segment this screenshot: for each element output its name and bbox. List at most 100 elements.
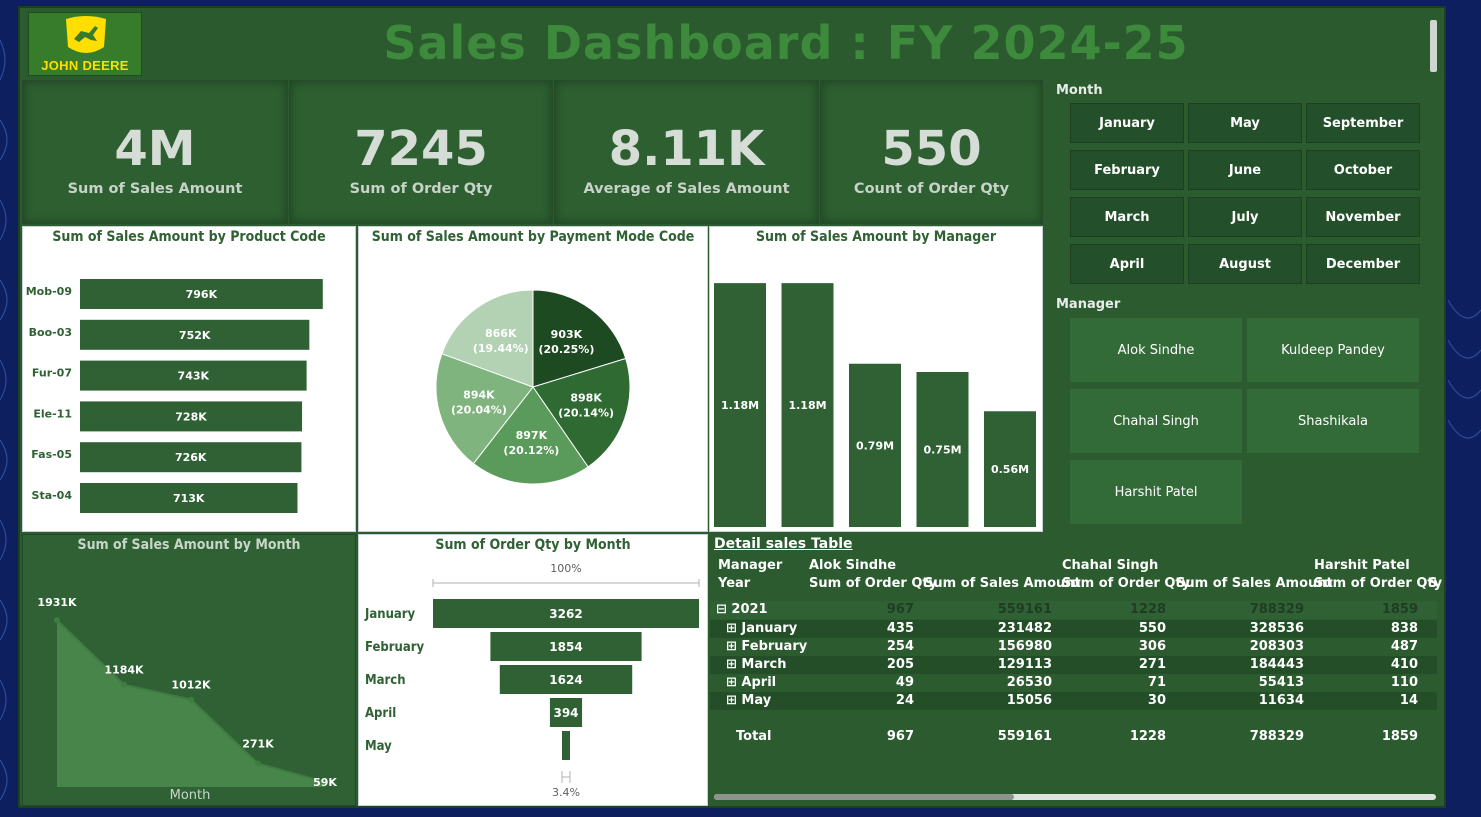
area-svg: 1931K 1184K 1012K 271K 59K Month	[37, 596, 337, 803]
table-cell: 11634	[1258, 693, 1304, 708]
kpi-value: 4M	[114, 121, 196, 177]
kpi-label: Sum of Order Qty	[349, 181, 493, 197]
month-label: ⊞ January	[726, 621, 798, 636]
data-point[interactable]	[188, 696, 194, 703]
table-cell: 156980	[997, 639, 1052, 654]
month-button-september[interactable]: September	[1306, 103, 1420, 143]
category-label: Boo-03	[29, 326, 72, 339]
manager-button-alok-sindhe[interactable]: Alok Sindhe	[1069, 317, 1243, 383]
data-label: 3262	[549, 607, 582, 621]
header-cell: Sum of Sales Amount	[1176, 576, 1333, 591]
data-label: 0.79M	[856, 439, 894, 452]
month-slicer-label: Month	[1056, 83, 1103, 98]
table-row: ⊞ February 254 156980 306 208303 487	[710, 638, 1437, 656]
table-cell: 254	[886, 639, 914, 654]
product-bar-svg: Mob-09 796K Boo-03 752K Fur-07 743K Ele-11 728K…	[26, 279, 323, 513]
data-label: 0.75M	[923, 444, 961, 457]
scrollbar-thumb[interactable]	[714, 794, 1014, 800]
john-deere-logo: JOHN DEERE	[28, 12, 142, 76]
table-cell: 306	[1138, 639, 1166, 654]
header-cell: S	[1428, 576, 1438, 591]
table-cell: 24	[895, 693, 914, 708]
slice-value-label: 897K	[516, 429, 548, 442]
data-label: 1.18M	[721, 399, 759, 412]
category-label: March	[365, 673, 406, 688]
slice-value-label: 903K	[551, 328, 583, 341]
table-cell: 435	[886, 621, 914, 636]
top-percent-label: 100%	[550, 562, 581, 575]
table-row: ⊞ March 205 129113 271 184443 410	[710, 656, 1437, 674]
header-cell: Sum of Order Qty	[809, 576, 938, 591]
vertical-scrollbar[interactable]	[1430, 20, 1437, 72]
total-label: Total	[736, 729, 772, 744]
month-button-october[interactable]: October	[1306, 150, 1420, 190]
table-cell: 328536	[1249, 621, 1304, 636]
month-button-january[interactable]: January	[1070, 103, 1184, 143]
month-label: ⊞ March	[726, 657, 787, 672]
manager-slicer-label: Manager	[1056, 297, 1121, 312]
header-cell: Alok Sindhe	[809, 558, 897, 573]
month-button-march[interactable]: March	[1070, 197, 1184, 237]
month-label: ⊞ April	[726, 675, 777, 690]
month-button-december[interactable]: December	[1306, 244, 1420, 284]
data-point[interactable]	[121, 681, 127, 688]
table-cell: 208303	[1249, 639, 1304, 654]
data-point[interactable]	[54, 617, 60, 624]
data-label: 743K	[178, 370, 210, 383]
detail-sales-table: Detail sales Table Manager Alok Sindhe Cha…	[710, 534, 1442, 806]
data-label: 59K	[313, 776, 337, 789]
total-cell: 1228	[1129, 729, 1166, 744]
kpi-label: Sum of Sales Amount	[67, 181, 243, 197]
page-title: Sales Dashboard : FY 2024-25	[383, 16, 1189, 70]
manager-bar-svg: 1.18M 1.18M 0.79M 0.75M 0.56M	[714, 283, 1036, 527]
table-cell: 487	[1390, 639, 1418, 654]
pie-svg: 903K (20.25%) 898K (20.14%) 897K (20.12%) 894K…	[435, 289, 631, 485]
month-button-august[interactable]: August	[1188, 244, 1302, 284]
table-cell: 967	[886, 602, 914, 617]
data-label: 271K	[242, 738, 274, 751]
month-button-june[interactable]: June	[1188, 150, 1302, 190]
table-title[interactable]: Detail sales Table	[714, 536, 853, 552]
header-cell: Manager	[718, 558, 783, 573]
chart-sales-by-month: Sum of Sales Amount by Month 1931K 1184K 1…	[22, 534, 356, 806]
manager-button-shashikala[interactable]: Shashikala	[1246, 388, 1420, 454]
manager-button-chahal-singh[interactable]: Chahal Singh	[1069, 388, 1243, 454]
table-row: ⊞ May 24 15056 30 11634 14	[710, 692, 1437, 710]
manager-button-harshit-patel[interactable]: Harshit Patel	[1069, 459, 1243, 525]
header-cell: Sum of Sales Amount	[924, 576, 1081, 591]
kpi-card-sales-amount: 4M Sum of Sales Amount	[22, 80, 288, 224]
slice-percent-label: (20.04%)	[451, 404, 507, 417]
table-row: ⊞ January 435 231482 550 328536 838	[710, 620, 1437, 638]
month-button-november[interactable]: November	[1306, 197, 1420, 237]
month-button-april[interactable]: April	[1070, 244, 1184, 284]
table-header-row-measures: Year Sum of Order Qty Sum of Sales Amount S…	[710, 575, 1442, 593]
table-horizontal-scrollbar[interactable]	[714, 794, 1436, 800]
year-label: ⊟ 2021	[716, 602, 768, 617]
month-button-july[interactable]: July	[1188, 197, 1302, 237]
table-row: ⊞ April 49 26530 71 55413 110	[710, 674, 1437, 692]
funnel-bar[interactable]	[562, 731, 570, 760]
category-label: Fur-07	[32, 367, 72, 380]
table-cell: 55413	[1258, 675, 1304, 690]
data-label: 1624	[549, 673, 582, 687]
table-cell: 410	[1390, 657, 1418, 672]
data-label: 0.56M	[991, 463, 1029, 476]
data-label: 1931K	[37, 596, 77, 609]
header-cell: Sum of Order Qty	[1062, 576, 1191, 591]
data-point[interactable]	[255, 760, 261, 767]
kpi-value: 7245	[354, 121, 488, 177]
x-axis-label: Month	[170, 788, 211, 803]
month-label: ⊞ February	[726, 639, 808, 654]
header-cell: Chahal Singh	[1062, 558, 1159, 573]
chart-title: Sum of Sales Amount by Month	[77, 537, 301, 553]
kpi-value: 550	[881, 121, 982, 177]
manager-button-kuldeep-pandey[interactable]: Kuldeep Pandey	[1246, 317, 1420, 383]
chart-title: Sum of Sales Amount by Manager	[755, 229, 997, 245]
table-cell: 110	[1390, 675, 1418, 690]
total-cell: 967	[886, 729, 914, 744]
header-cell: Year	[718, 576, 751, 591]
table-header-row-managers: Manager Alok Sindhe Chahal Singh Harshit Pa…	[710, 557, 1437, 575]
slice-percent-label: (20.25%)	[538, 343, 594, 356]
month-button-may[interactable]: May	[1188, 103, 1302, 143]
month-button-february[interactable]: February	[1070, 150, 1184, 190]
